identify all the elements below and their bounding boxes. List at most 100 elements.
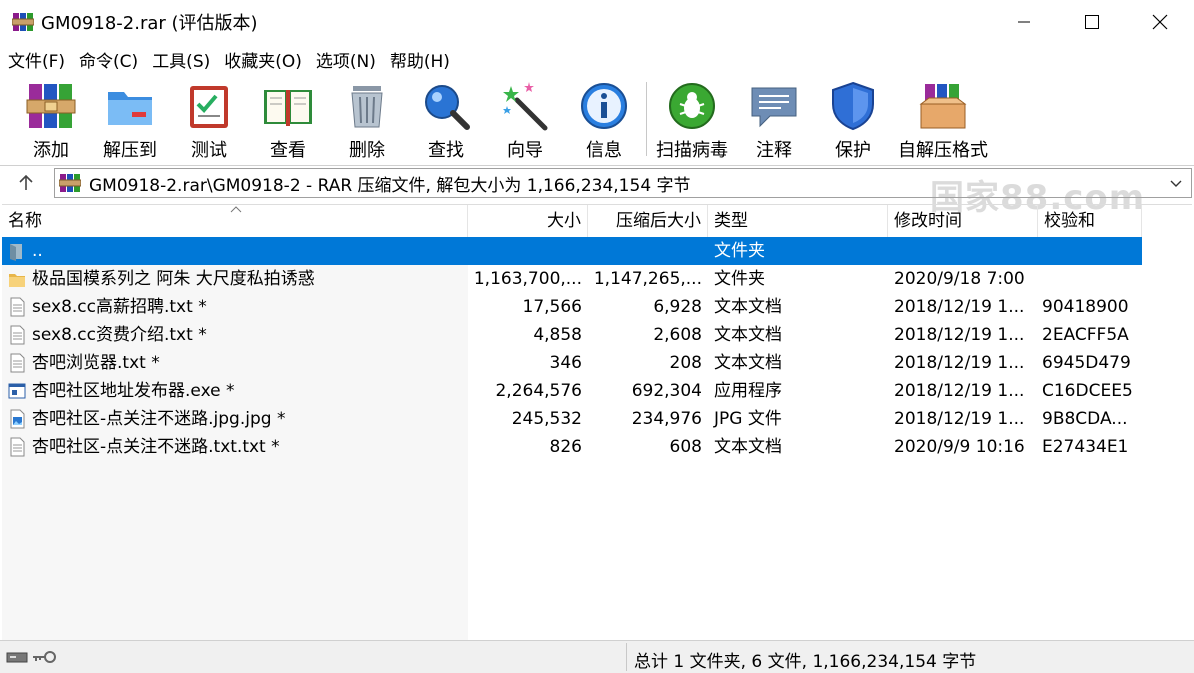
- magic-wand-icon: [499, 80, 551, 132]
- file-size: 17,566: [522, 297, 582, 317]
- file-modified: 2018/12/19 1...: [894, 297, 1025, 317]
- text-file-icon: [8, 353, 26, 373]
- comment-icon: [748, 80, 800, 132]
- delete-label: 删除: [349, 140, 385, 161]
- menu-favorites[interactable]: 收藏夹(O): [224, 47, 302, 72]
- magnifier-icon: [420, 80, 472, 132]
- window-title: GM0918-2.rar (评估版本): [41, 13, 258, 34]
- delete-button[interactable]: 删除: [329, 78, 405, 162]
- file-type: 文件夹: [714, 269, 765, 289]
- comment-label: 注释: [756, 140, 792, 161]
- table-row[interactable]: 极品国模系列之 阿朱 大尺度私拍诱惑 1,163,700,... 1,147,2…: [2, 265, 1142, 293]
- column-packed-size[interactable]: 压缩后大小: [588, 205, 708, 237]
- drive-icon[interactable]: [6, 649, 28, 669]
- menu-options[interactable]: 选项(N): [316, 47, 376, 72]
- maximize-button[interactable]: [1058, 0, 1126, 44]
- file-checksum: E27434E1: [1042, 437, 1129, 457]
- sfx-box-icon: [917, 80, 969, 132]
- file-modified: 2018/12/19 1...: [894, 409, 1025, 429]
- file-checksum: 9B8CDA...: [1042, 409, 1128, 429]
- trash-can-icon: [341, 80, 393, 132]
- file-size: 2,264,576: [495, 381, 582, 401]
- chevron-down-icon[interactable]: [1169, 175, 1183, 195]
- file-size: 4,858: [533, 325, 582, 345]
- file-size: 1,163,700,...: [473, 269, 582, 289]
- file-type: 应用程序: [714, 381, 782, 401]
- scan-virus-button[interactable]: 扫描病毒: [654, 78, 730, 162]
- file-name: 极品国模系列之 阿朱 大尺度私拍诱惑: [32, 269, 315, 289]
- wizard-button[interactable]: 向导: [487, 78, 563, 162]
- table-row[interactable]: 杏吧社区-点关注不迷路.txt.txt * 826 608 文本文档 2020/…: [2, 433, 1142, 461]
- menu-tools[interactable]: 工具(S): [152, 47, 210, 72]
- arrow-up-icon: [19, 174, 33, 190]
- wizard-label: 向导: [507, 140, 543, 161]
- up-folder-button[interactable]: [0, 166, 52, 200]
- table-row[interactable]: 杏吧社区-点关注不迷路.jpg.jpg * 245,532 234,976 JP…: [2, 405, 1142, 433]
- file-name: 杏吧社区地址发布器.exe *: [32, 381, 235, 401]
- file-checksum: 6945D479: [1042, 353, 1131, 373]
- table-row[interactable]: sex8.cc资费介绍.txt * 4,858 2,608 文本文档 2018/…: [2, 321, 1142, 349]
- column-modified[interactable]: 修改时间: [888, 205, 1038, 237]
- file-packed-size: 2,608: [653, 325, 702, 345]
- file-type: 文本文档: [714, 437, 782, 457]
- sfx-label: 自解压格式: [898, 140, 988, 161]
- add-button[interactable]: 添加: [13, 78, 89, 162]
- file-packed-size: 608: [669, 437, 702, 457]
- title-bar: GM0918-2.rar (评估版本): [0, 0, 1194, 44]
- view-button[interactable]: 查看: [250, 78, 326, 162]
- file-name: sex8.cc高薪招聘.txt *: [32, 297, 207, 317]
- info-label: 信息: [586, 140, 622, 161]
- column-size[interactable]: 大小: [468, 205, 588, 237]
- status-bar: 总计 1 文件夹, 6 文件, 1,166,234,154 字节: [0, 640, 1194, 673]
- table-row[interactable]: 杏吧浏览器.txt * 346 208 文本文档 2018/12/19 1...…: [2, 349, 1142, 377]
- winrar-app-icon: [11, 11, 35, 33]
- file-name: sex8.cc资费介绍.txt *: [32, 325, 207, 345]
- menu-help[interactable]: 帮助(H): [390, 47, 450, 72]
- folder-up-icon: [8, 241, 26, 261]
- file-name: 杏吧社区-点关注不迷路.txt.txt *: [32, 437, 280, 457]
- file-type: JPG 文件: [714, 409, 782, 429]
- toolbar: 国家88.com 添加 解压到 测试 查看 删除 查找 向导 信息 扫描病毒 注…: [0, 74, 1194, 218]
- sfx-button[interactable]: 自解压格式: [894, 78, 992, 162]
- file-checksum: [1038, 265, 1142, 293]
- file-rows: .. 文件夹 极品国模系列之 阿朱 大尺度私拍诱惑 1,163,700,... …: [2, 237, 1142, 461]
- file-modified: [888, 237, 1038, 265]
- file-type: 文本文档: [714, 297, 782, 317]
- address-field[interactable]: GM0918-2.rar\GM0918-2 - RAR 压缩文件, 解包大小为 …: [54, 168, 1192, 198]
- table-row[interactable]: .. 文件夹: [2, 237, 1142, 265]
- file-modified: 2020/9/18 7:00: [894, 269, 1025, 289]
- file-packed-size: 6,928: [653, 297, 702, 317]
- minimize-icon: [1018, 21, 1030, 23]
- table-row[interactable]: sex8.cc高薪招聘.txt * 17,566 6,928 文本文档 2018…: [2, 293, 1142, 321]
- exe-file-icon: [8, 381, 26, 401]
- extract-to-button[interactable]: 解压到: [92, 78, 168, 162]
- menu-command[interactable]: 命令(C): [79, 47, 138, 72]
- close-button[interactable]: [1126, 0, 1194, 44]
- file-packed-size: 234,976: [631, 409, 702, 429]
- column-checksum[interactable]: 校验和: [1038, 205, 1142, 237]
- comment-button[interactable]: 注释: [736, 78, 812, 162]
- file-packed-size: 692,304: [631, 381, 702, 401]
- menu-file[interactable]: 文件(F): [8, 47, 65, 72]
- column-type[interactable]: 类型: [708, 205, 888, 237]
- folder-icon: [8, 269, 26, 289]
- protect-button[interactable]: 保护: [815, 78, 891, 162]
- archive-icon: [58, 172, 82, 194]
- file-type: 文本文档: [714, 325, 782, 345]
- text-file-icon: [8, 297, 26, 317]
- clipboard-check-icon: [183, 80, 235, 132]
- file-packed-size: [588, 237, 708, 265]
- file-name: 杏吧社区-点关注不迷路.jpg.jpg *: [32, 409, 286, 429]
- table-row[interactable]: 杏吧社区地址发布器.exe * 2,264,576 692,304 应用程序 2…: [2, 377, 1142, 405]
- list-header: 名称 大小 压缩后大小 类型 修改时间 校验和: [2, 205, 1142, 237]
- virus-scan-icon: [666, 80, 718, 132]
- key-icon[interactable]: [32, 649, 56, 669]
- minimize-button[interactable]: [990, 0, 1058, 44]
- scan-virus-label: 扫描病毒: [656, 140, 728, 161]
- file-packed-size: 208: [669, 353, 702, 373]
- info-button[interactable]: 信息: [566, 78, 642, 162]
- image-file-icon: [8, 409, 26, 429]
- find-button[interactable]: 查找: [408, 78, 484, 162]
- close-icon: [1152, 14, 1168, 30]
- test-button[interactable]: 测试: [171, 78, 247, 162]
